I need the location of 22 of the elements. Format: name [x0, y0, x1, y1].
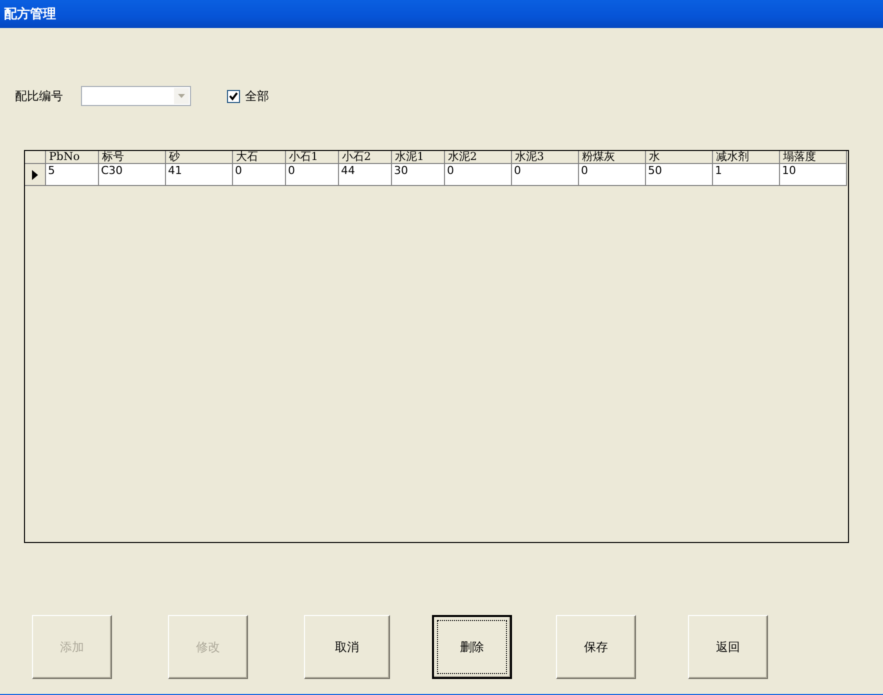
- action-button[interactable]: 返回: [688, 615, 768, 679]
- field-label: 配比编号: [15, 88, 63, 104]
- checkbox-label: 全部: [245, 88, 269, 104]
- corner-header: [25, 151, 46, 164]
- table-cell: 0: [579, 164, 646, 186]
- table-cell: 0: [445, 164, 512, 186]
- action-button[interactable]: 取消: [304, 615, 390, 679]
- window-title: 配方管理: [0, 0, 883, 28]
- table-cell: 0: [512, 164, 579, 186]
- table-cell: 0: [233, 164, 286, 186]
- action-button[interactable]: 删除: [432, 615, 512, 679]
- table-cell: 50: [646, 164, 713, 186]
- action-button[interactable]: 保存: [556, 615, 636, 679]
- table-cell: 0: [286, 164, 339, 186]
- table-cell: 10: [780, 164, 847, 186]
- table-cell: 44: [339, 164, 392, 186]
- all-checkbox[interactable]: [227, 90, 240, 102]
- table-cell: 1: [713, 164, 780, 186]
- table-cell: C30: [99, 164, 166, 186]
- table-cell: 30: [392, 164, 445, 186]
- table-cell: 41: [166, 164, 233, 186]
- table-cell: 5: [46, 164, 99, 186]
